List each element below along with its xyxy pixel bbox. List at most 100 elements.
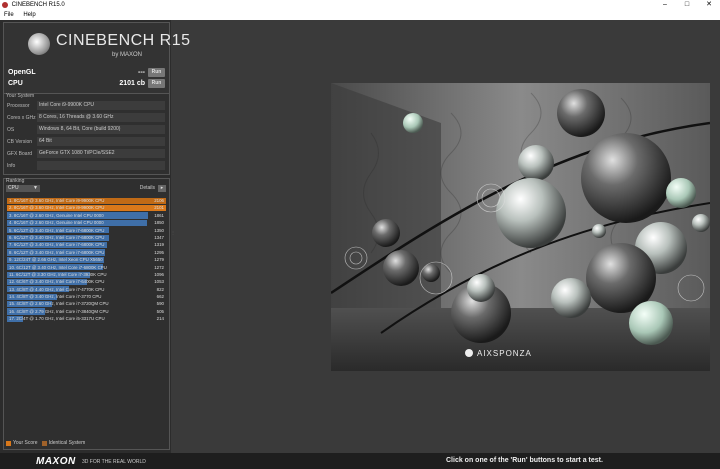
ranking-row-label: 8. 6C/12T @ 3.40 GHz, Intel Core i7-6800… — [9, 249, 105, 255]
cinema4d-logo-icon — [28, 33, 50, 55]
ranking-row-score: 1279 — [154, 257, 164, 263]
ranking-row-score: 2101 — [154, 205, 164, 211]
ranking-row-score: 1096 — [154, 271, 164, 277]
ranking-row-score: 662 — [156, 294, 164, 300]
ranking-row[interactable]: 6. 6C/12T @ 3.40 GHz, Intel Core i7-6800… — [7, 234, 166, 241]
ranking-row-label: 12. 6C/6T @ 3.40 GHz, Intel Core i7-6400… — [9, 279, 105, 285]
ranking-row-label: 2. 8C/16T @ 3.60 GHz, Intel Core i9-9900… — [9, 205, 105, 211]
opengl-label: OpenGL — [8, 69, 36, 76]
ranking-row-label: 14. 4C/8T @ 3.40 GHz, Intel Core i7-3770… — [9, 294, 102, 300]
logo-subtitle: by MAXON — [112, 52, 143, 58]
ranking-row-label: 15. 4C/8T @ 2.60 GHz, Intel Core i7-3720… — [9, 301, 109, 307]
ranking-row[interactable]: 5. 6C/12T @ 3.40 GHz, Intel Core i7-6800… — [7, 227, 166, 234]
ranking-row[interactable]: 1. 8C/16T @ 3.60 GHz, Intel Core i9-9900… — [7, 197, 166, 204]
ranking-row[interactable]: 3. 8C/16T @ 2.60 GHz, Genuine Intel CPU … — [7, 212, 166, 219]
maximize-button[interactable]: □ — [676, 0, 698, 10]
opengl-run-button[interactable]: Run — [148, 68, 165, 77]
ranking-title: Ranking — [6, 178, 25, 184]
close-button[interactable]: ✕ — [698, 0, 720, 10]
system-key: Info — [7, 163, 16, 169]
svg-text:AIXSPONZA: AIXSPONZA — [477, 349, 532, 358]
panel-resize-handle[interactable]: ⋮ — [171, 230, 175, 250]
maxon-logo: MAXON — [36, 456, 76, 467]
ranking-row-score: 1053 — [154, 279, 164, 285]
cpu-run-button[interactable]: Run — [148, 79, 165, 88]
window-title: CINEBENCH R15.0 — [11, 2, 65, 8]
legend-your-score-label: Your Score — [13, 440, 38, 446]
maxon-tagline: 3D FOR THE REAL WORLD — [82, 459, 146, 465]
system-key: Processor — [7, 103, 30, 109]
status-message: Click on one of the 'Run' buttons to sta… — [446, 457, 603, 464]
system-value: Windows 8, 64 Bit, Core (build 9200) — [37, 125, 165, 134]
cpu-score: 2101 cb — [119, 80, 145, 87]
ranking-row-label: 10. 6C/12T @ 3.40 GHz, Intel Core i7-680… — [9, 264, 107, 270]
system-value: GeForce GTX 1080 Ti/PCIe/SSE2 — [37, 149, 165, 158]
cinebench-app-icon — [2, 2, 8, 8]
render-preview: AIXSPONZA — [331, 83, 710, 371]
ranking-section: Ranking CPU ▼ Details ▸ 1. 8C/16T @ 3.60… — [3, 178, 170, 450]
legend-identical-system: Identical System — [41, 440, 86, 446]
ranking-row-label: 11. 6C/12T @ 3.30 GHz, Intel Core i7-393… — [9, 271, 107, 277]
system-value: Intel Core i9-9900K CPU — [37, 101, 165, 110]
ranking-row-score: 2106 — [154, 198, 164, 203]
ranking-row-label: 6. 6C/12T @ 3.40 GHz, Intel Core i7-6800… — [9, 234, 105, 240]
ranking-row[interactable]: 11. 6C/12T @ 3.30 GHz, Intel Core i7-393… — [7, 271, 166, 278]
ranking-row[interactable]: 15. 4C/8T @ 2.60 GHz, Intel Core i7-3720… — [7, 300, 166, 308]
your-system-title: Your System — [6, 93, 35, 99]
ranking-row-label: 7. 6C/12T @ 3.40 GHz, Intel Core i7-6800… — [9, 242, 105, 248]
legend-identical-label: Identical System — [48, 440, 86, 446]
ranking-row-label: 16. 4C/8T @ 2.79 GHz, Intel Core i7-3840… — [9, 308, 109, 314]
ranking-row[interactable]: 17. 2C/4T @ 1.70 GHz, Intel Core i5-3317… — [7, 315, 166, 323]
ranking-row[interactable]: 14. 4C/8T @ 3.40 GHz, Intel Core i7-3770… — [7, 293, 166, 300]
ranking-row-label: 4. 8C/16T @ 2.60 GHz, Genuine Intel CPU … — [9, 220, 104, 226]
system-value: 64 Bit — [37, 137, 165, 146]
legend-swatch-your-score — [6, 440, 11, 446]
ranking-row-label: 9. 12C/24T @ 2.66 GHz, Intel Xeon CPU X5… — [9, 257, 103, 263]
system-key: CB Version — [7, 139, 33, 145]
system-row-processor: Processor Intel Core i9-9900K CPU — [6, 101, 166, 111]
ranking-row-score: 1347 — [154, 234, 164, 240]
footer-bar: MAXON 3D FOR THE REAL WORLD Click on one… — [0, 453, 720, 469]
cpu-label: CPU — [8, 80, 23, 87]
ranking-row[interactable]: 16. 4C/8T @ 2.79 GHz, Intel Core i7-3840… — [7, 308, 166, 315]
ranking-row[interactable]: 2. 8C/16T @ 3.60 GHz, Intel Core i9-9900… — [7, 204, 166, 212]
system-key: OS — [7, 127, 15, 133]
system-row-info: Info — [6, 161, 166, 171]
opengl-score: --- — [138, 69, 145, 76]
menu-file[interactable]: File — [4, 12, 14, 18]
ranking-row[interactable]: 10. 6C/12T @ 3.40 GHz, Intel Core i7-680… — [7, 264, 166, 271]
details-label: Details — [139, 185, 155, 191]
ranking-row[interactable]: 9. 12C/24T @ 2.66 GHz, Intel Xeon CPU X5… — [7, 256, 166, 263]
menu-bar: File Help — [0, 10, 720, 20]
ranking-row[interactable]: 8. 6C/12T @ 3.40 GHz, Intel Core i7-6800… — [7, 249, 166, 256]
ranking-list: 1. 8C/16T @ 3.60 GHz, Intel Core i9-9900… — [7, 197, 166, 323]
system-row-cores: Cores x GHz 8 Cores, 16 Threads @ 3.60 G… — [6, 113, 166, 123]
system-value: 8 Cores, 16 Threads @ 3.60 GHz — [37, 113, 165, 122]
opengl-score-row: OpenGL --- Run — [6, 68, 167, 79]
details-toggle-button[interactable]: ▸ — [158, 185, 166, 192]
ranking-row-score: 1319 — [154, 242, 164, 248]
legend-your-score: Your Score — [6, 440, 38, 446]
legend-swatch-identical-system — [41, 440, 47, 446]
system-value[interactable] — [37, 161, 165, 170]
ranking-row-score: 1272 — [154, 264, 164, 270]
system-key: Cores x GHz — [7, 115, 36, 121]
ranking-row[interactable]: 4. 8C/16T @ 2.60 GHz, Genuine Intel CPU … — [7, 219, 166, 226]
ranking-row[interactable]: 13. 4C/8T @ 4.40 GHz, Intel Core i7-4770… — [7, 286, 166, 293]
ranking-row-label: 13. 4C/8T @ 4.40 GHz, Intel Core i7-4770… — [9, 286, 105, 292]
ranking-type-select[interactable]: CPU ▼ — [6, 185, 40, 192]
ranking-row-score: 1861 — [154, 212, 164, 218]
ranking-select-value: CPU — [8, 185, 19, 191]
your-system-section: Your System Processor Intel Core i9-9900… — [3, 93, 170, 175]
ranking-row-label: 5. 6C/12T @ 3.40 GHz, Intel Core i7-6800… — [9, 227, 105, 233]
system-row-cb-version: CB Version 64 Bit — [6, 137, 166, 147]
ranking-row[interactable]: 12. 6C/6T @ 3.40 GHz, Intel Core i7-6400… — [7, 278, 166, 286]
minimize-button[interactable]: – — [654, 0, 676, 10]
ranking-row-label: 1. 8C/16T @ 3.60 GHz, Intel Core i9-9900… — [9, 198, 105, 203]
system-row-gfx: GFX Board GeForce GTX 1080 Ti/PCIe/SSE2 — [6, 149, 166, 159]
ranking-row-label: 3. 8C/16T @ 2.60 GHz, Genuine Intel CPU … — [9, 212, 104, 218]
menu-help[interactable]: Help — [23, 12, 35, 18]
render-image: AIXSPONZA — [331, 83, 710, 371]
ranking-row-score: 1295 — [154, 249, 164, 255]
ranking-row[interactable]: 7. 6C/12T @ 3.40 GHz, Intel Core i7-6800… — [7, 241, 166, 249]
